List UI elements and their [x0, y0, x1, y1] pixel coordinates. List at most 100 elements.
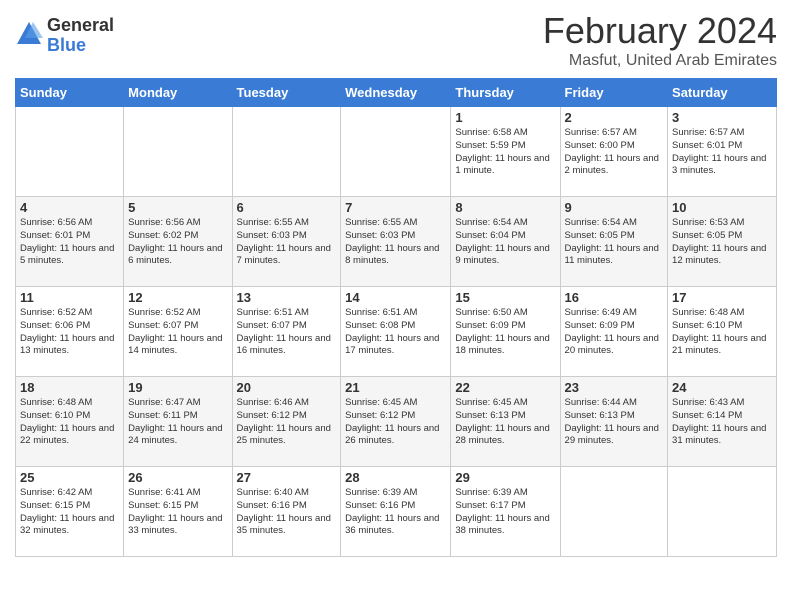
day-number: 21	[345, 380, 446, 395]
day-number: 19	[128, 380, 227, 395]
calendar-cell: 12 Sunrise: 6:52 AMSunset: 6:07 PMDayligh…	[124, 287, 232, 377]
day-number: 27	[237, 470, 337, 485]
calendar-cell: 19 Sunrise: 6:47 AMSunset: 6:11 PMDayligh…	[124, 377, 232, 467]
calendar-week-3: 11 Sunrise: 6:52 AMSunset: 6:06 PMDayligh…	[16, 287, 777, 377]
day-number: 7	[345, 200, 446, 215]
day-number: 11	[20, 290, 119, 305]
day-info: Sunrise: 6:48 AMSunset: 6:10 PMDaylight:…	[20, 397, 119, 448]
day-info: Sunrise: 6:45 AMSunset: 6:13 PMDaylight:…	[455, 397, 555, 448]
day-info: Sunrise: 6:48 AMSunset: 6:10 PMDaylight:…	[672, 307, 772, 358]
calendar-cell	[560, 467, 668, 557]
calendar-cell: 8Sunrise: 6:54 AMSunset: 6:04 PMDaylight…	[451, 197, 560, 287]
day-number: 1	[455, 110, 555, 125]
day-number: 28	[345, 470, 446, 485]
day-of-week-tuesday: Tuesday	[232, 79, 341, 107]
day-number: 13	[237, 290, 337, 305]
day-info: Sunrise: 6:51 AMSunset: 6:08 PMDaylight:…	[345, 307, 446, 358]
day-info: Sunrise: 6:55 AMSunset: 6:03 PMDaylight:…	[237, 217, 337, 268]
day-number: 4	[20, 200, 119, 215]
calendar-cell: 27Sunrise: 6:40 AMSunset: 6:16 PMDayligh…	[232, 467, 341, 557]
day-info: Sunrise: 6:49 AMSunset: 6:09 PMDaylight:…	[565, 307, 664, 358]
calendar-cell: 22Sunrise: 6:45 AMSunset: 6:13 PMDayligh…	[451, 377, 560, 467]
logo-blue-label: Blue	[47, 36, 114, 56]
calendar-cell: 1 Sunrise: 6:58 AMSunset: 5:59 PMDaylight…	[451, 107, 560, 197]
calendar-week-1: 1 Sunrise: 6:58 AMSunset: 5:59 PMDaylight…	[16, 107, 777, 197]
calendar-cell	[124, 107, 232, 197]
day-number: 23	[565, 380, 664, 395]
day-number: 9	[565, 200, 664, 215]
calendar-cell	[232, 107, 341, 197]
logo: General Blue	[15, 16, 114, 56]
day-of-week-friday: Friday	[560, 79, 668, 107]
day-of-week-monday: Monday	[124, 79, 232, 107]
calendar-week-2: 4 Sunrise: 6:56 AMSunset: 6:01 PMDaylight…	[16, 197, 777, 287]
day-of-week-thursday: Thursday	[451, 79, 560, 107]
day-number: 12	[128, 290, 227, 305]
day-info: Sunrise: 6:42 AMSunset: 6:15 PMDaylight:…	[20, 487, 119, 538]
day-of-week-wednesday: Wednesday	[341, 79, 451, 107]
day-info: Sunrise: 6:52 AMSunset: 6:07 PMDaylight:…	[128, 307, 227, 358]
calendar-cell: 10 Sunrise: 6:53 AMSunset: 6:05 PMDayligh…	[668, 197, 777, 287]
day-number: 20	[237, 380, 337, 395]
day-number: 17	[672, 290, 772, 305]
day-info: Sunrise: 6:54 AMSunset: 6:05 PMDaylight:…	[565, 217, 664, 268]
day-info: Sunrise: 6:57 AMSunset: 6:00 PMDaylight:…	[565, 127, 664, 178]
calendar-cell: 25Sunrise: 6:42 AMSunset: 6:15 PMDayligh…	[16, 467, 124, 557]
logo-text: General Blue	[47, 16, 114, 56]
day-info: Sunrise: 6:56 AMSunset: 6:01 PMDaylight:…	[20, 217, 119, 268]
day-info: Sunrise: 6:52 AMSunset: 6:06 PMDaylight:…	[20, 307, 119, 358]
sub-title: Masfut, United Arab Emirates	[543, 52, 777, 70]
main-title: February 2024	[543, 10, 777, 52]
day-info: Sunrise: 6:58 AMSunset: 5:59 PMDaylight:…	[455, 127, 555, 178]
day-info: Sunrise: 6:55 AMSunset: 6:03 PMDaylight:…	[345, 217, 446, 268]
day-number: 10	[672, 200, 772, 215]
calendar-cell: 20 Sunrise: 6:46 AMSunset: 6:12 PMDayligh…	[232, 377, 341, 467]
calendar-cell: 9 Sunrise: 6:54 AMSunset: 6:05 PMDaylight…	[560, 197, 668, 287]
calendar-cell: 7 Sunrise: 6:55 AMSunset: 6:03 PMDaylight…	[341, 197, 451, 287]
day-number: 24	[672, 380, 772, 395]
day-number: 15	[455, 290, 555, 305]
day-info: Sunrise: 6:50 AMSunset: 6:09 PMDaylight:…	[455, 307, 555, 358]
day-number: 14	[345, 290, 446, 305]
day-info: Sunrise: 6:43 AMSunset: 6:14 PMDaylight:…	[672, 397, 772, 448]
day-info: Sunrise: 6:53 AMSunset: 6:05 PMDaylight:…	[672, 217, 772, 268]
title-area: February 2024 Masfut, United Arab Emirat…	[543, 10, 777, 70]
calendar-cell: 11 Sunrise: 6:52 AMSunset: 6:06 PMDayligh…	[16, 287, 124, 377]
day-number: 3	[672, 110, 772, 125]
day-number: 2	[565, 110, 664, 125]
calendar-cell: 6Sunrise: 6:55 AMSunset: 6:03 PMDaylight…	[232, 197, 341, 287]
calendar-cell: 14 Sunrise: 6:51 AMSunset: 6:08 PMDayligh…	[341, 287, 451, 377]
calendar-cell: 29Sunrise: 6:39 AMSunset: 6:17 PMDayligh…	[451, 467, 560, 557]
logo-icon	[15, 20, 43, 48]
calendar-cell: 24 Sunrise: 6:43 AMSunset: 6:14 PMDayligh…	[668, 377, 777, 467]
calendar-table: SundayMondayTuesdayWednesdayThursdayFrid…	[15, 78, 777, 557]
day-info: Sunrise: 6:39 AMSunset: 6:17 PMDaylight:…	[455, 487, 555, 538]
day-info: Sunrise: 6:57 AMSunset: 6:01 PMDaylight:…	[672, 127, 772, 178]
day-info: Sunrise: 6:56 AMSunset: 6:02 PMDaylight:…	[128, 217, 227, 268]
calendar-cell: 3 Sunrise: 6:57 AMSunset: 6:01 PMDaylight…	[668, 107, 777, 197]
day-info: Sunrise: 6:47 AMSunset: 6:11 PMDaylight:…	[128, 397, 227, 448]
calendar-cell	[16, 107, 124, 197]
calendar-cell: 5Sunrise: 6:56 AMSunset: 6:02 PMDaylight…	[124, 197, 232, 287]
day-number: 8	[455, 200, 555, 215]
calendar-week-5: 25Sunrise: 6:42 AMSunset: 6:15 PMDayligh…	[16, 467, 777, 557]
calendar-week-4: 18Sunrise: 6:48 AMSunset: 6:10 PMDayligh…	[16, 377, 777, 467]
calendar-header: SundayMondayTuesdayWednesdayThursdayFrid…	[16, 79, 777, 107]
day-info: Sunrise: 6:46 AMSunset: 6:12 PMDaylight:…	[237, 397, 337, 448]
days-of-week-row: SundayMondayTuesdayWednesdayThursdayFrid…	[16, 79, 777, 107]
calendar-cell: 18Sunrise: 6:48 AMSunset: 6:10 PMDayligh…	[16, 377, 124, 467]
day-info: Sunrise: 6:51 AMSunset: 6:07 PMDaylight:…	[237, 307, 337, 358]
logo-general-label: General	[47, 16, 114, 36]
calendar-cell: 4 Sunrise: 6:56 AMSunset: 6:01 PMDaylight…	[16, 197, 124, 287]
calendar-body: 1 Sunrise: 6:58 AMSunset: 5:59 PMDaylight…	[16, 107, 777, 557]
calendar-cell: 17 Sunrise: 6:48 AMSunset: 6:10 PMDayligh…	[668, 287, 777, 377]
day-info: Sunrise: 6:44 AMSunset: 6:13 PMDaylight:…	[565, 397, 664, 448]
calendar-cell: 23 Sunrise: 6:44 AMSunset: 6:13 PMDayligh…	[560, 377, 668, 467]
day-number: 26	[128, 470, 227, 485]
day-info: Sunrise: 6:45 AMSunset: 6:12 PMDaylight:…	[345, 397, 446, 448]
day-info: Sunrise: 6:41 AMSunset: 6:15 PMDaylight:…	[128, 487, 227, 538]
calendar-cell: 26 Sunrise: 6:41 AMSunset: 6:15 PMDayligh…	[124, 467, 232, 557]
calendar-cell	[341, 107, 451, 197]
day-info: Sunrise: 6:39 AMSunset: 6:16 PMDaylight:…	[345, 487, 446, 538]
calendar-cell: 21 Sunrise: 6:45 AMSunset: 6:12 PMDayligh…	[341, 377, 451, 467]
